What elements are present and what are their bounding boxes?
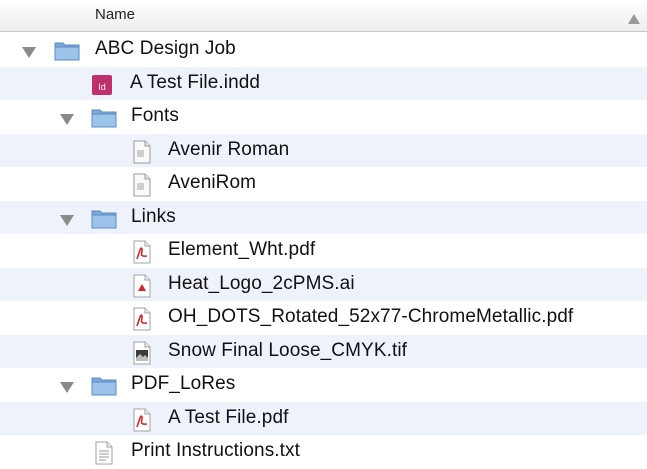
column-header[interactable]: Name [0, 0, 647, 32]
file-name: Snow Final Loose_CMYK.tif [168, 339, 408, 361]
file-name: A Test File.pdf [168, 406, 289, 428]
list-item-abc-design-job[interactable]: ABC Design Job [0, 33, 647, 67]
folder-icon [91, 374, 117, 396]
file-name: Element_Wht.pdf [168, 239, 316, 260]
disclosure-triangle-icon[interactable] [60, 213, 74, 231]
pdf-file-icon [132, 307, 154, 331]
file-name: OH_DOTS_Rotated_52x77-ChromeMetallic.pdf [168, 306, 574, 327]
file-name: AveniRom [168, 172, 257, 193]
list-item-oh-dots-pdf[interactable]: OH_DOTS_Rotated_52x77-ChromeMetallic.pdf [0, 301, 647, 335]
svg-text:Id: Id [98, 82, 106, 92]
finder-list-view: Name ABC Design Job Id A Test File.indd … [0, 0, 647, 468]
list-item-a-test-file-pdf[interactable]: A Test File.pdf [0, 401, 647, 435]
image-file-icon [132, 341, 154, 364]
file-list: ABC Design Job Id A Test File.indd Fonts… [0, 33, 647, 469]
indesign-file-icon: Id [91, 73, 113, 95]
file-name: ABC Design Job [95, 38, 236, 59]
disclosure-triangle-icon[interactable] [22, 45, 36, 63]
folder-icon [54, 39, 80, 61]
list-item-avenirom[interactable]: AveniRom [0, 167, 647, 201]
list-item-snow-final-tif[interactable]: Snow Final Loose_CMYK.tif [0, 334, 647, 368]
file-name: Heat_Logo_2cPMS.ai [168, 272, 355, 294]
folder-icon [91, 207, 117, 229]
font-file-icon [132, 140, 154, 163]
file-name: PDF_LoRes [131, 373, 236, 394]
text-file-icon [94, 441, 116, 465]
file-name: Avenir Roman [168, 138, 290, 160]
disclosure-triangle-icon[interactable] [60, 380, 74, 398]
folder-icon [91, 106, 117, 128]
disclosure-triangle-icon[interactable] [60, 112, 74, 130]
list-item-a-test-file-indd[interactable]: Id A Test File.indd [0, 66, 647, 100]
pdf-file-icon [132, 408, 154, 431]
sort-ascending-icon[interactable] [628, 11, 640, 29]
font-file-icon [132, 173, 154, 197]
file-name: A Test File.indd [130, 71, 261, 93]
list-item-fonts[interactable]: Fonts [0, 100, 647, 134]
file-name: Links [131, 205, 176, 227]
list-item-element-wht-pdf[interactable]: Element_Wht.pdf [0, 234, 647, 268]
file-name: Print Instructions.txt [131, 440, 301, 461]
list-item-heat-logo-ai[interactable]: Heat_Logo_2cPMS.ai [0, 267, 647, 301]
name-column-header[interactable]: Name [95, 6, 135, 23]
pdf-file-icon [132, 240, 154, 264]
list-item-links[interactable]: Links [0, 200, 647, 234]
file-name: Fonts [131, 105, 180, 126]
list-item-pdf-lores[interactable]: PDF_LoRes [0, 368, 647, 402]
list-item-avenir-roman[interactable]: Avenir Roman [0, 133, 647, 167]
illustrator-file-icon [132, 274, 154, 297]
list-item-print-instructions[interactable]: Print Instructions.txt [0, 435, 647, 469]
